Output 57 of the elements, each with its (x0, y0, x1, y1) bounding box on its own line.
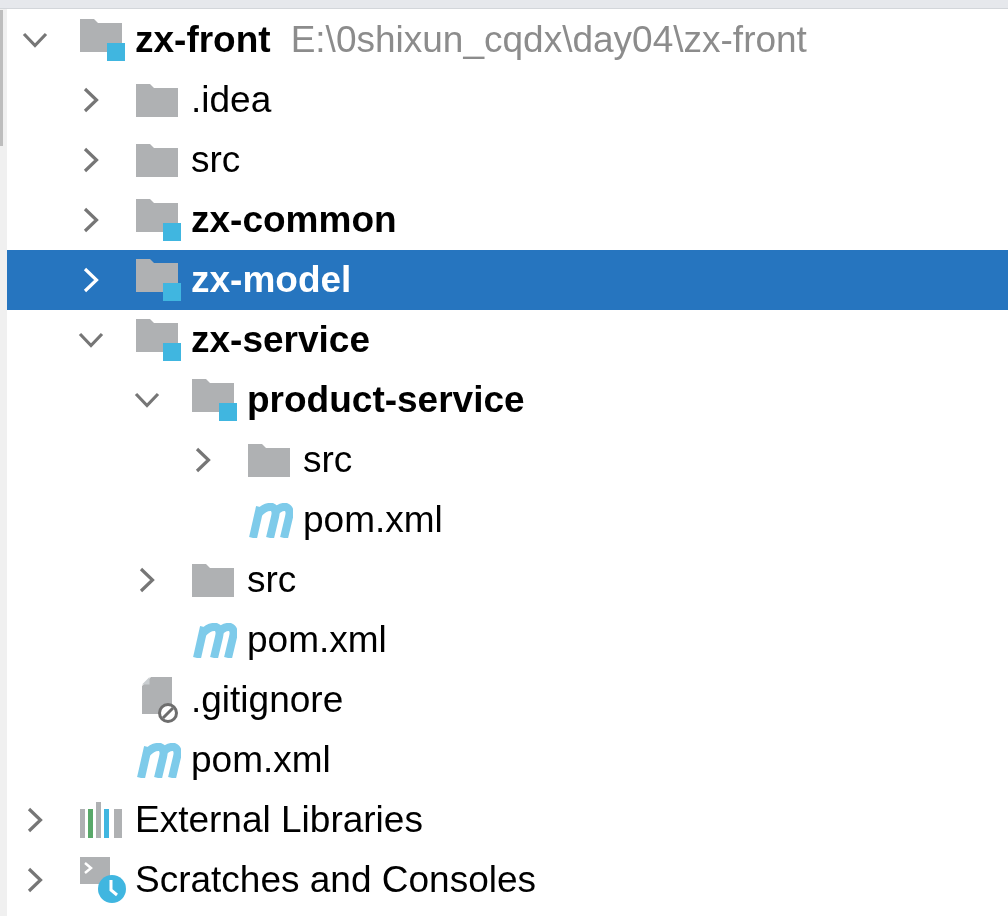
chevron-right-icon[interactable] (27, 807, 43, 833)
item-label: src (247, 558, 297, 602)
m-letter-icon (192, 622, 237, 658)
tree-row[interactable]: Scratches and Consoles (7, 850, 1008, 910)
chevron-right-icon[interactable] (83, 207, 99, 233)
tree-row[interactable]: zx-front E:\0shixun_cqdx\day04\zx-front (7, 10, 1008, 70)
chevron-down-icon[interactable] (22, 32, 48, 48)
item-label: External Libraries (135, 798, 423, 842)
tree-row[interactable]: src (7, 430, 1008, 490)
path-label: E:\0shixun_cqdx\day04\zx-front (290, 18, 807, 62)
item-label: product-service (247, 378, 525, 422)
tree-row[interactable]: pom.xml (7, 730, 1008, 790)
item-label: Scratches and Consoles (135, 858, 537, 902)
item-label: .idea (191, 78, 272, 122)
item-label: zx-front (135, 18, 271, 62)
module-folder-icon (136, 319, 181, 361)
scrollbar-thumb[interactable] (0, 10, 3, 146)
chevron-down-icon[interactable] (134, 392, 160, 408)
folder-icon (136, 83, 178, 117)
folder-icon (248, 443, 290, 477)
item-label: .gitignore (191, 678, 344, 722)
tree-row[interactable]: pom.xml (7, 610, 1008, 670)
tree-row[interactable]: zx-service (7, 310, 1008, 370)
tree-row[interactable]: .idea (7, 70, 1008, 130)
module-folder-icon (136, 199, 181, 241)
folder-icon (192, 563, 234, 597)
item-label: pom.xml (191, 738, 331, 782)
tree-row[interactable]: zx-model (7, 250, 1008, 310)
tree-row[interactable]: product-service (7, 370, 1008, 430)
item-label: zx-service (191, 318, 370, 362)
m-letter-icon (248, 502, 293, 538)
tree-row[interactable]: pom.xml (7, 490, 1008, 550)
tree-row[interactable]: External Libraries (7, 790, 1008, 850)
library-bars-icon (80, 802, 122, 838)
chevron-right-icon[interactable] (83, 147, 99, 173)
tree-row[interactable]: src (7, 130, 1008, 190)
item-label: zx-model (191, 258, 352, 302)
m-letter-icon (136, 742, 181, 778)
item-label: src (303, 438, 353, 482)
item-label: pom.xml (303, 498, 443, 542)
item-label: src (191, 138, 241, 182)
ignored-file-icon (142, 677, 178, 723)
tree-row[interactable]: .gitignore (7, 670, 1008, 730)
module-folder-icon (136, 259, 181, 301)
item-label: zx-common (191, 198, 397, 242)
item-label: pom.xml (247, 618, 387, 662)
console-clock-icon (80, 857, 126, 903)
chevron-right-icon[interactable] (139, 567, 155, 593)
module-folder-icon (192, 379, 237, 421)
folder-icon (136, 143, 178, 177)
chevron-right-icon[interactable] (27, 867, 43, 893)
module-folder-icon (80, 19, 125, 61)
chevron-down-icon[interactable] (78, 332, 104, 348)
chevron-right-icon[interactable] (195, 447, 211, 473)
tree-row[interactable]: zx-common (7, 190, 1008, 250)
tree-row[interactable]: src (7, 550, 1008, 610)
chevron-right-icon[interactable] (83, 87, 99, 113)
